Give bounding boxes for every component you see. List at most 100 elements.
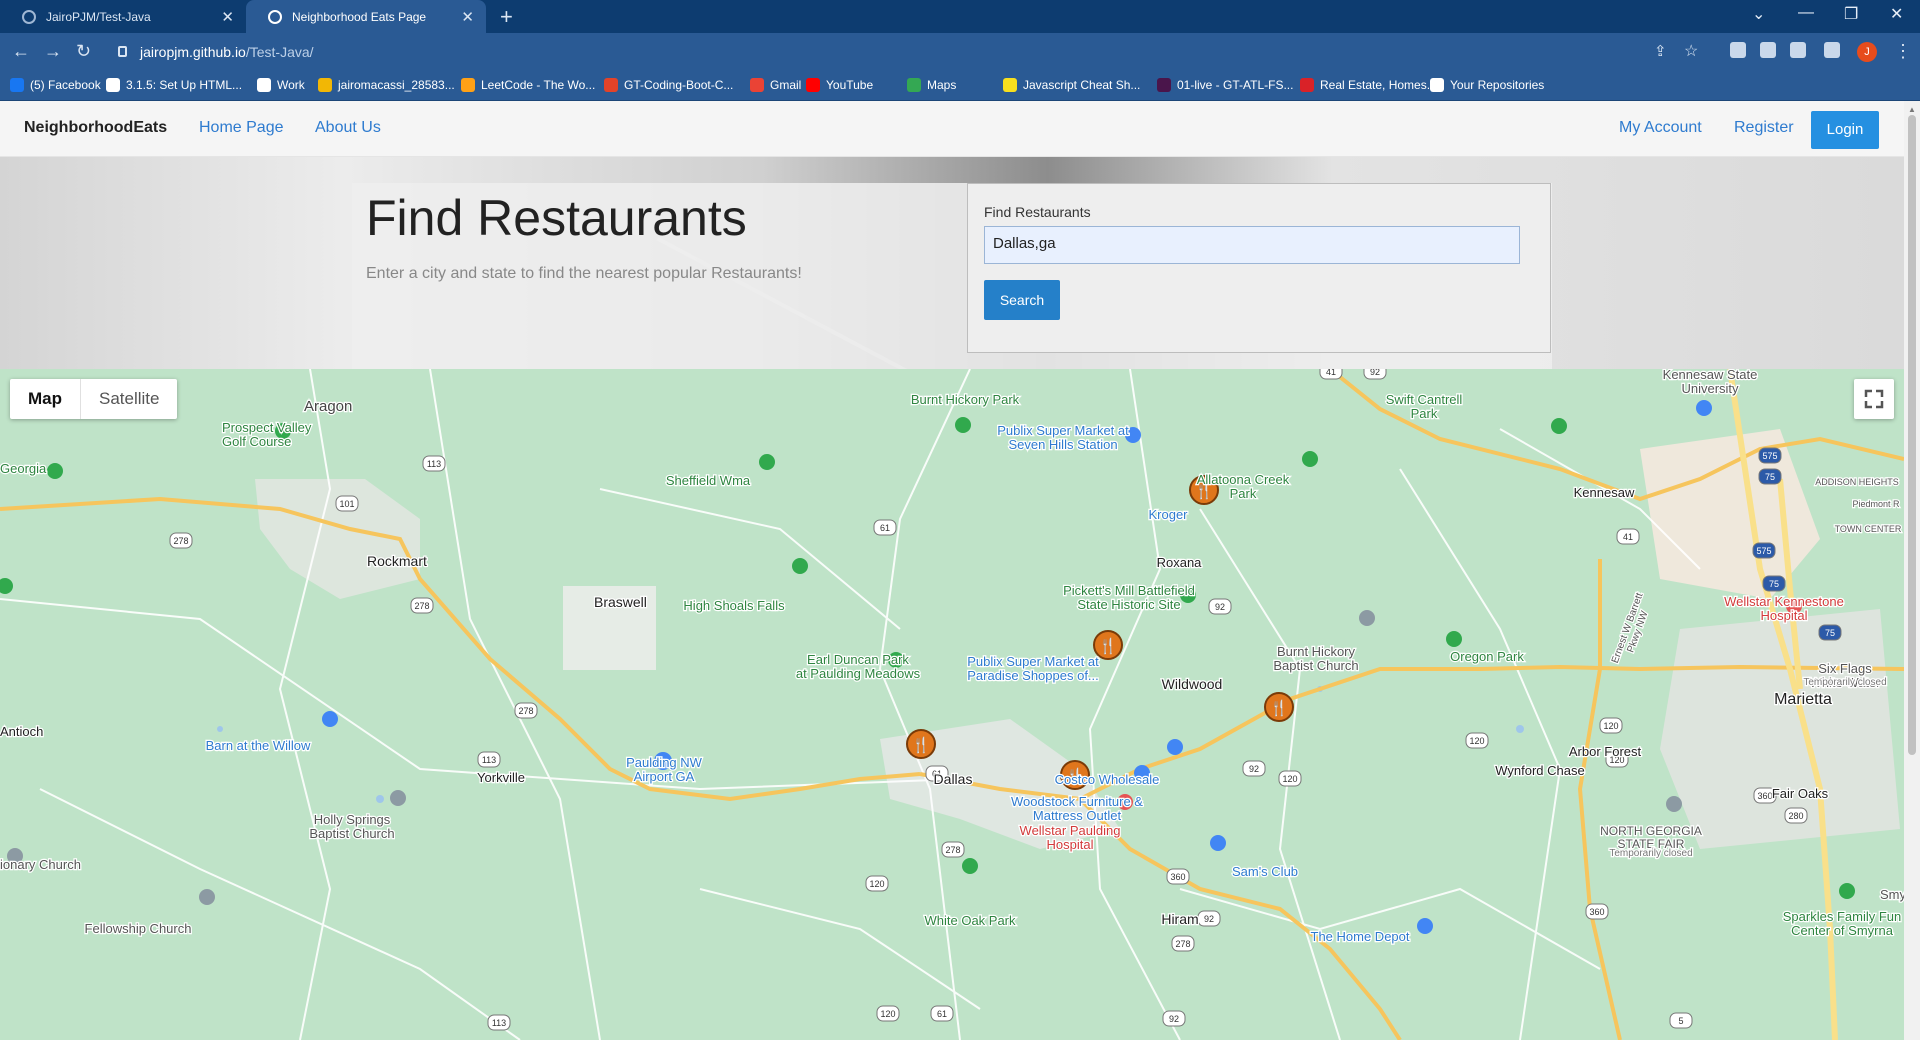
address-bar[interactable]: jairopjm.github.io/Test-Java/ ⇪ ☆ (110, 39, 1750, 65)
bookmark-item[interactable]: 01-live - GT-ATL-FS... (1157, 78, 1293, 92)
map-place-label: ionary Church (0, 857, 81, 872)
bookmark-item[interactable]: YouTube (806, 78, 873, 92)
bookmark-item[interactable]: Javascript Cheat Sh... (1003, 78, 1140, 92)
map-canvas[interactable]: 🍴 🍴 🍴 🍴 🍴 41 9210111327827827861921136112… (0, 369, 1904, 1040)
new-tab-icon[interactable]: + (500, 4, 513, 30)
minimize-icon[interactable]: — (1798, 4, 1814, 22)
bookmark-label: Your Repositories (1450, 78, 1545, 92)
tab-search-icon[interactable]: ⌄ (1752, 4, 1765, 24)
search-jumbotron: Find Restaurants Enter a city and state … (352, 183, 1552, 369)
share-icon[interactable]: ⇪ (1654, 42, 1667, 60)
route-shield: 120 (1599, 717, 1623, 734)
forward-icon[interactable]: → (44, 41, 62, 62)
search-label: Find Restaurants (984, 204, 1091, 220)
browser-tab-bar: JairoPJM/Test-Java ✕ Neighborhood Eats P… (0, 0, 1920, 33)
map-place-label: Oregon Park (1450, 649, 1524, 664)
route-shield-number: 5 (1678, 1016, 1683, 1026)
page-viewport: NeighborhoodEats Home Page About Us My A… (0, 101, 1920, 1040)
profile-avatar[interactable]: J (1857, 42, 1877, 62)
map-place-label: The Home Depot (1311, 929, 1410, 944)
map-place-label: TOWN CENTER (1835, 524, 1902, 534)
map-place-label: Georgia (0, 461, 47, 476)
route-shield-number: 75 (1765, 472, 1775, 482)
route-shield-number: 92 (1204, 914, 1214, 924)
menu-kebab-icon[interactable]: ⋮ (1894, 41, 1912, 62)
bookmark-item[interactable]: Maps (907, 78, 956, 92)
map-place-label: Kroger (1148, 507, 1188, 522)
city-search-input[interactable]: Dallas,ga (984, 226, 1520, 264)
map-view-button[interactable]: Map (10, 379, 81, 419)
bookmark-star-icon[interactable]: ☆ (1684, 41, 1698, 61)
bookmark-item[interactable]: (5) Facebook (10, 78, 101, 92)
address-toolbar: ← → ↻ jairopjm.github.io/Test-Java/ ⇪ ☆ … (0, 33, 1920, 71)
route-shield: 92 (1363, 369, 1387, 380)
site-navbar: NeighborhoodEats Home Page About Us My A… (0, 101, 1904, 157)
reload-icon[interactable]: ↻ (76, 41, 91, 62)
map-place-label: Costco Wholesale (1055, 772, 1160, 787)
map-place-label: Barn at the Willow (206, 738, 311, 753)
map-place-label: Wynford Chase (1495, 763, 1584, 778)
bookmark-item[interactable]: GT-Coding-Boot-C... (604, 78, 733, 92)
bookmark-favicon-icon (1300, 78, 1314, 92)
bookmark-item[interactable]: Your Repositories (1430, 78, 1544, 92)
nav-register-link[interactable]: Register (1734, 119, 1794, 137)
fullscreen-icon (1864, 389, 1884, 409)
route-shield-number: 75 (1825, 628, 1835, 638)
route-shield-number: 92 (1215, 602, 1225, 612)
route-shield-number: 278 (518, 706, 533, 716)
restaurant-marker[interactable]: 🍴 (1264, 692, 1294, 722)
restore-icon[interactable]: ❐ (1844, 4, 1858, 24)
login-button[interactable]: Login (1811, 111, 1879, 149)
bookmark-item[interactable]: Gmail (750, 78, 801, 92)
nav-my-account-link[interactable]: My Account (1619, 119, 1702, 137)
svg-text:🍴: 🍴 (1270, 699, 1289, 717)
side-panel-icon[interactable] (1824, 42, 1840, 58)
route-shield-number: 41 (1326, 369, 1336, 377)
satellite-view-button[interactable]: Satellite (81, 379, 177, 419)
close-tab-icon[interactable]: ✕ (461, 8, 474, 26)
page-scrollbar[interactable]: ▲ (1904, 101, 1920, 1040)
restaurant-marker[interactable]: 🍴 (906, 729, 936, 759)
nav-about-link[interactable]: About Us (315, 119, 381, 137)
back-icon[interactable]: ← (12, 41, 30, 62)
route-shield: 120 (865, 875, 889, 892)
bookmark-item[interactable]: Real Estate, Homes... (1300, 78, 1437, 92)
route-shield: 92 (1197, 910, 1221, 927)
route-shield-number: 278 (414, 601, 429, 611)
close-tab-icon[interactable]: ✕ (221, 8, 234, 26)
close-window-icon[interactable]: ✕ (1890, 4, 1903, 24)
bookmark-item[interactable]: 3.1.5: Set Up HTML... (106, 78, 242, 92)
route-shield-number: 278 (1175, 939, 1190, 949)
nav-home-link[interactable]: Home Page (199, 119, 284, 137)
labs-icon[interactable] (1760, 42, 1776, 58)
tab-title: JairoPJM/Test-Java (46, 9, 151, 24)
bookmark-favicon-icon (1003, 78, 1017, 92)
tab-neighborhood-eats[interactable]: Neighborhood Eats Page ✕ (246, 0, 486, 33)
route-shield: 75 (1818, 624, 1842, 641)
route-shield-number: 575 (1762, 451, 1777, 461)
search-form: Find Restaurants Dallas,ga Search (967, 183, 1551, 353)
page-title: Find Restaurants (366, 190, 747, 246)
bookmark-label: Javascript Cheat Sh... (1023, 78, 1141, 92)
route-shield: 101 (335, 495, 359, 512)
map-place-label: ADDISON HEIGHTS (1815, 477, 1899, 487)
search-button[interactable]: Search (984, 280, 1060, 320)
bookmark-item[interactable]: LeetCode - The Wo... (461, 78, 595, 92)
fullscreen-button[interactable] (1854, 379, 1894, 419)
route-shield: 92 (1162, 1010, 1186, 1027)
bookmark-item[interactable]: jairomacassi_28583... (318, 78, 455, 92)
route-shield: 278 (410, 597, 434, 614)
google-map[interactable]: 🍴 🍴 🍴 🍴 🍴 41 92 101 113 278 278 278 61 92 113 61 12… (0, 369, 1904, 1040)
tab-github[interactable]: JairoPJM/Test-Java ✕ (0, 0, 246, 33)
extensions-icon[interactable] (1730, 42, 1746, 58)
download-icon[interactable] (1790, 42, 1806, 58)
route-shield-number: 280 (1788, 811, 1803, 821)
site-brand[interactable]: NeighborhoodEats (24, 119, 167, 137)
map-place-label: Marietta (1774, 691, 1832, 708)
scrollbar-thumb[interactable] (1908, 115, 1916, 755)
bookmark-label: 3.1.5: Set Up HTML... (126, 78, 243, 92)
route-shield-number: 101 (339, 499, 354, 509)
bookmark-item[interactable]: Work (257, 78, 305, 92)
route-shield-number: 61 (880, 523, 890, 533)
scroll-up-icon[interactable]: ▲ (1908, 105, 1916, 114)
